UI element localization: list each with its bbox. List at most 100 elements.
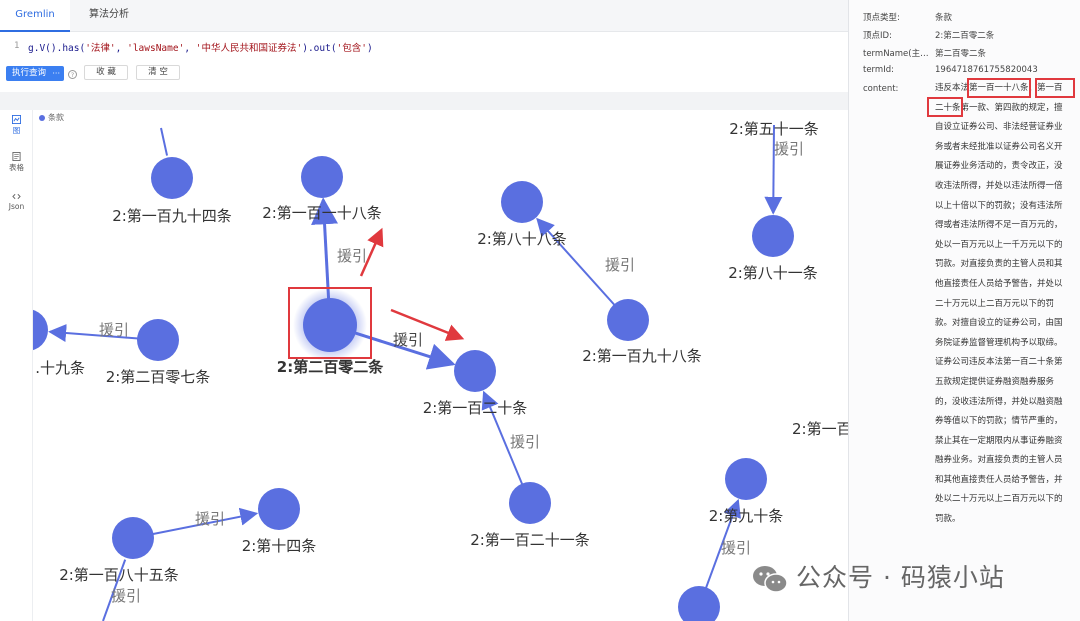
prop-value: 1964718761755820043 <box>935 65 1038 75</box>
node-label: 2:第八十一条 <box>728 264 818 282</box>
highlight-box <box>1035 78 1075 98</box>
content-line: 款。对擅自设立的证券公司，由国 <box>935 318 1063 329</box>
graph-svg[interactable]: 2:第一百九十四条 2:第一百一十八条 2:第八十八条 2:第五十一条 2:第八十一条.… <box>33 110 848 621</box>
edge-label: 援引 <box>510 433 540 451</box>
legend[interactable]: 条款 <box>39 112 64 123</box>
clear-button[interactable]: 清 空 <box>136 65 180 80</box>
nav-graph-view[interactable]: 图 <box>0 115 33 136</box>
content-line: 证券公司违反本法第一百二十条第 <box>935 357 1063 368</box>
node-circle[interactable] <box>509 482 551 524</box>
prop-content-key: content: <box>863 84 899 94</box>
graph-node[interactable]: 2:第一百一十八条 <box>262 156 382 222</box>
result-view-nav: 图 表格 Json <box>0 110 33 621</box>
graph-canvas[interactable]: 2:第一百九十四条 2:第一百一十八条 2:第八十八条 2:第五十一条 2:第八十一条.… <box>33 110 848 621</box>
content-line: 二十万元以上二百万元以下的罚 <box>935 298 1055 309</box>
node-details-panel: 顶点类型: 条款 顶点ID: 2:第二百零二条 termName(主键)... … <box>848 0 1080 621</box>
content-line: 和其他直接责任人员给予警告，并 <box>935 474 1063 485</box>
query-editor[interactable]: 1 g.V().has('法律', 'lawsName', '中华人民共和国证券… <box>0 32 848 62</box>
tab-algorithm-analysis[interactable]: 算法分析 <box>74 0 144 32</box>
graph-node[interactable]: 2:第一百二十一条 <box>470 482 590 549</box>
content-line: 罚款。对直接负责的主管人员和其 <box>935 259 1063 270</box>
run-query-button[interactable]: 执行查询 ··· <box>6 66 64 81</box>
legend-dot <box>39 114 45 121</box>
node-circle[interactable] <box>258 488 300 530</box>
prop-value: 2:第二百零二条 <box>935 31 995 41</box>
tab-gremlin-analysis[interactable]: Gremlin 分析 <box>0 0 70 50</box>
graph-node[interactable]: 2:第五十一条 <box>729 120 819 138</box>
prop-key: 顶点类型: <box>863 13 900 23</box>
node-label: 2:第二百零二条 <box>277 358 384 376</box>
tab-bar: Gremlin 分析 算法分析 <box>0 0 848 50</box>
nav-json-view[interactable]: Json <box>0 192 33 211</box>
node-label: 2:第十四条 <box>242 537 317 555</box>
legend-label: 条款 <box>48 113 64 122</box>
node-circle[interactable] <box>33 309 48 351</box>
graph-node[interactable]: 2:第十四条 <box>242 488 317 555</box>
graph-node[interactable]: 2:第八十八条 <box>477 181 567 248</box>
node-circle[interactable] <box>137 319 179 361</box>
favorite-button[interactable]: 收 藏 <box>84 65 128 80</box>
node-circle[interactable] <box>454 350 496 392</box>
more-options-icon[interactable]: ··· <box>52 66 60 81</box>
node-label: 2:第一百一十八条 <box>262 204 382 222</box>
table-view-icon <box>12 152 21 161</box>
content-line: 处以二十万元以上二百万元以下的 <box>935 494 1063 505</box>
node-circle[interactable] <box>501 181 543 223</box>
prop-value: 第二百零二条 <box>935 49 987 59</box>
prop-key: termId: <box>863 65 894 75</box>
prop-content-value: 违反本法第一百一十八条、第一百 二十条第一款、第四款的规定，擅 自设立证券公司、非法… <box>935 79 1075 530</box>
highlight-box <box>967 78 1031 98</box>
nav-json-label: Json <box>8 202 25 211</box>
node-circle[interactable] <box>678 586 720 621</box>
graph-edge[interactable] <box>764 124 783 215</box>
query-string-literal: '中华人民共和国证券法' <box>195 43 303 54</box>
content-line: 收违法所得，并处以违法所得一倍 <box>935 180 1063 191</box>
query-text[interactable]: g.V().has('法律', 'lawsName', '中华人民共和国证券法'… <box>28 40 373 54</box>
graph-node[interactable] <box>678 586 720 621</box>
graph-node[interactable]: .十九条 <box>33 309 85 377</box>
content-line: 券等值以下的罚款；情节严重的， <box>935 416 1063 427</box>
node-circle[interactable] <box>303 298 357 352</box>
edge-label: 援引 <box>99 321 129 339</box>
nav-table-view[interactable]: 表格 <box>0 152 33 173</box>
node-label: 2:第一百二十条 <box>423 399 528 417</box>
edge-label: 援引 <box>195 510 225 528</box>
content-line: 融券业务。对直接负责的主管人员 <box>935 455 1063 466</box>
node-circle[interactable] <box>151 157 193 199</box>
node-label: 2:第一百二十一条 <box>470 531 590 549</box>
help-icon[interactable]: ? <box>68 70 77 79</box>
graph-node[interactable]: 2:第一百九十四条 <box>112 157 232 225</box>
graph-node[interactable]: 2:第八十一条 <box>728 215 818 282</box>
prop-key: termName(主键)... <box>863 49 935 59</box>
query-token: , <box>115 43 128 54</box>
content-line: 处以一百万元以上一千万元以下的 <box>935 239 1063 250</box>
node-label: 2:第一百八十五条 <box>59 566 179 584</box>
edge-label: 援引 <box>393 331 423 349</box>
content-line: 自设立证券公司、非法经营证券业 <box>935 122 1063 133</box>
node-circle[interactable] <box>607 299 649 341</box>
edge-label: 援引 <box>774 140 804 158</box>
wechat-icon <box>753 566 788 593</box>
content-line: 展证券业务活动的，责令改正，没 <box>935 161 1063 172</box>
query-token: g.V().has( <box>28 43 86 54</box>
graph-node[interactable]: 2:第一百 <box>792 420 848 438</box>
node-circle[interactable] <box>301 156 343 198</box>
watermark-text: 公众号 · 码猿小站 <box>796 563 1005 592</box>
node-circle[interactable] <box>752 215 794 257</box>
code-icon <box>12 193 21 200</box>
run-query-label: 执行查询 <box>12 68 47 78</box>
line-number: 1 <box>14 41 20 51</box>
node-circle[interactable] <box>112 517 154 559</box>
content-line: 以上十倍以下的罚款；没有违法所 <box>935 200 1063 211</box>
content-line: 罚款。 <box>935 514 961 525</box>
graph-node[interactable]: 2:第二百零二条 <box>277 288 384 376</box>
node-label: 2:第一百 <box>792 420 848 438</box>
nav-graph-label: 图 <box>12 126 21 135</box>
graph-node[interactable]: 2:第一百八十五条 <box>59 517 179 584</box>
graph-node[interactable]: 2:第一百九十八条 <box>582 299 702 365</box>
content-line: 务或者未经批准以证券公司名义开 <box>935 141 1063 152</box>
query-token: ) <box>367 43 373 54</box>
graph-node[interactable]: 2:第九十条 <box>709 458 784 525</box>
node-circle[interactable] <box>725 458 767 500</box>
graph-edge[interactable] <box>160 127 169 156</box>
